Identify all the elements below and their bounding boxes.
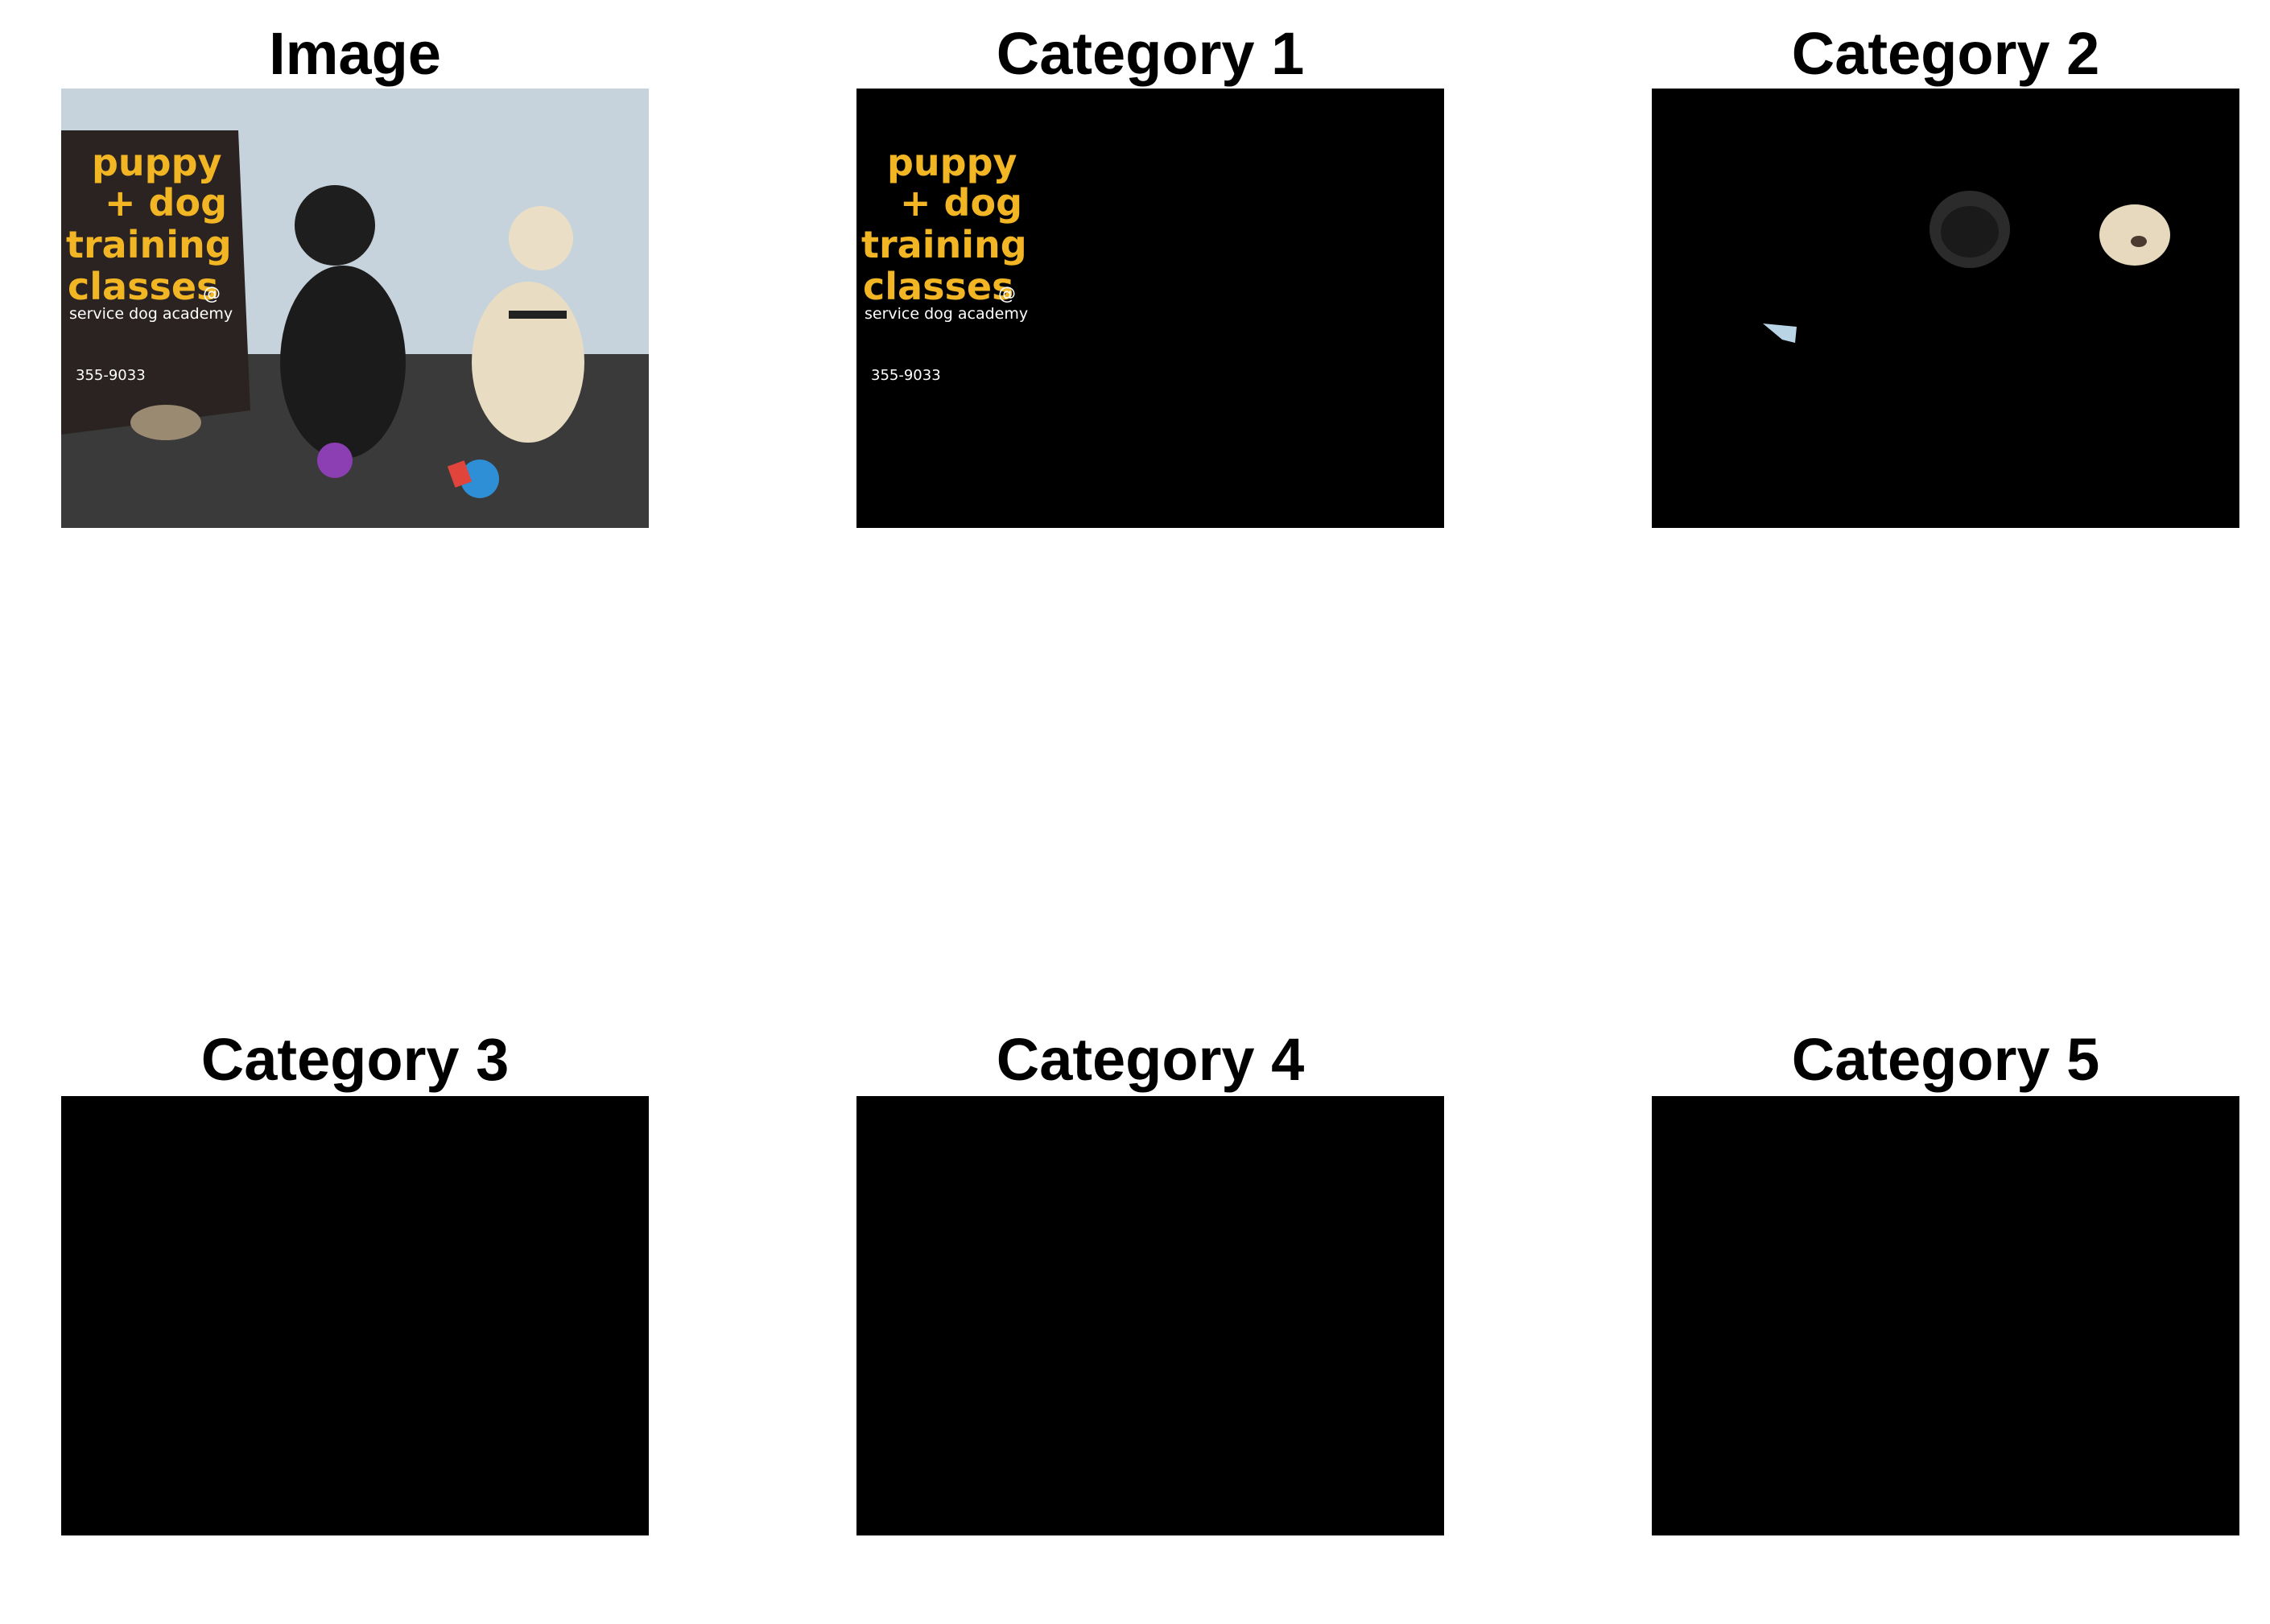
sign-line-4: classes — [68, 265, 218, 308]
panel-title: Category 2 — [1791, 20, 2100, 87]
category-2-segment — [1652, 89, 2239, 528]
panel-category-4: Category 4 — [856, 1024, 1444, 1539]
sign-phone: 355-9033 — [76, 367, 146, 384]
sign-at: @ — [203, 284, 221, 304]
yellow-dog-head — [2099, 204, 2170, 266]
sign-line-2: + dog — [900, 181, 1022, 225]
panel-category-3: Category 3 — [61, 1024, 649, 1539]
panel-title: Category 1 — [996, 20, 1305, 87]
panel-title: Category 3 — [200, 1026, 510, 1093]
panel-category-5: Category 5 — [1652, 1024, 2239, 1539]
panel-category-2: Category 2 — [1652, 16, 2239, 531]
sign-at: @ — [998, 284, 1016, 304]
plush-toy — [130, 405, 201, 440]
sign-phone: 355-9033 — [871, 367, 941, 384]
purple-ball — [317, 443, 353, 478]
sign-line-1: puppy — [92, 141, 222, 184]
category-1-segment: puppy + dog training classes @ service d… — [856, 89, 1444, 528]
category-4-mask — [856, 1096, 1444, 1535]
panel-category-1: Category 1 puppy + dog training classes … — [856, 16, 1444, 531]
sign-line-3: training — [66, 223, 232, 266]
yellow-dog-body — [472, 282, 584, 443]
original-photo: puppy + dog training classes @ service d… — [61, 89, 649, 528]
category-5-mask — [1652, 1096, 2239, 1535]
sign-line-4: classes — [863, 265, 1013, 308]
category-1-mask: puppy + dog training classes @ service d… — [856, 89, 1444, 528]
sign-line-3: training — [861, 223, 1027, 266]
sign-line-2: + dog — [105, 181, 227, 225]
dog-collar — [509, 311, 567, 319]
sign-line-1: puppy — [887, 141, 1017, 184]
panel-title: Category 4 — [996, 1026, 1305, 1093]
panel-title: Image — [269, 20, 441, 87]
black-dog-body — [280, 266, 406, 459]
black-dog-head — [295, 185, 375, 266]
sign-line-5: service dog academy — [69, 305, 233, 323]
panel-image: Image puppy + dog training classes @ ser… — [61, 16, 649, 531]
panel-title: Category 5 — [1791, 1026, 2100, 1093]
sign-line-5: service dog academy — [865, 305, 1028, 323]
category-3-mask — [61, 1096, 649, 1535]
category-2-mask — [1652, 89, 2239, 528]
yellow-dog-head — [509, 206, 573, 270]
photo-scene: puppy + dog training classes @ service d… — [61, 89, 649, 528]
